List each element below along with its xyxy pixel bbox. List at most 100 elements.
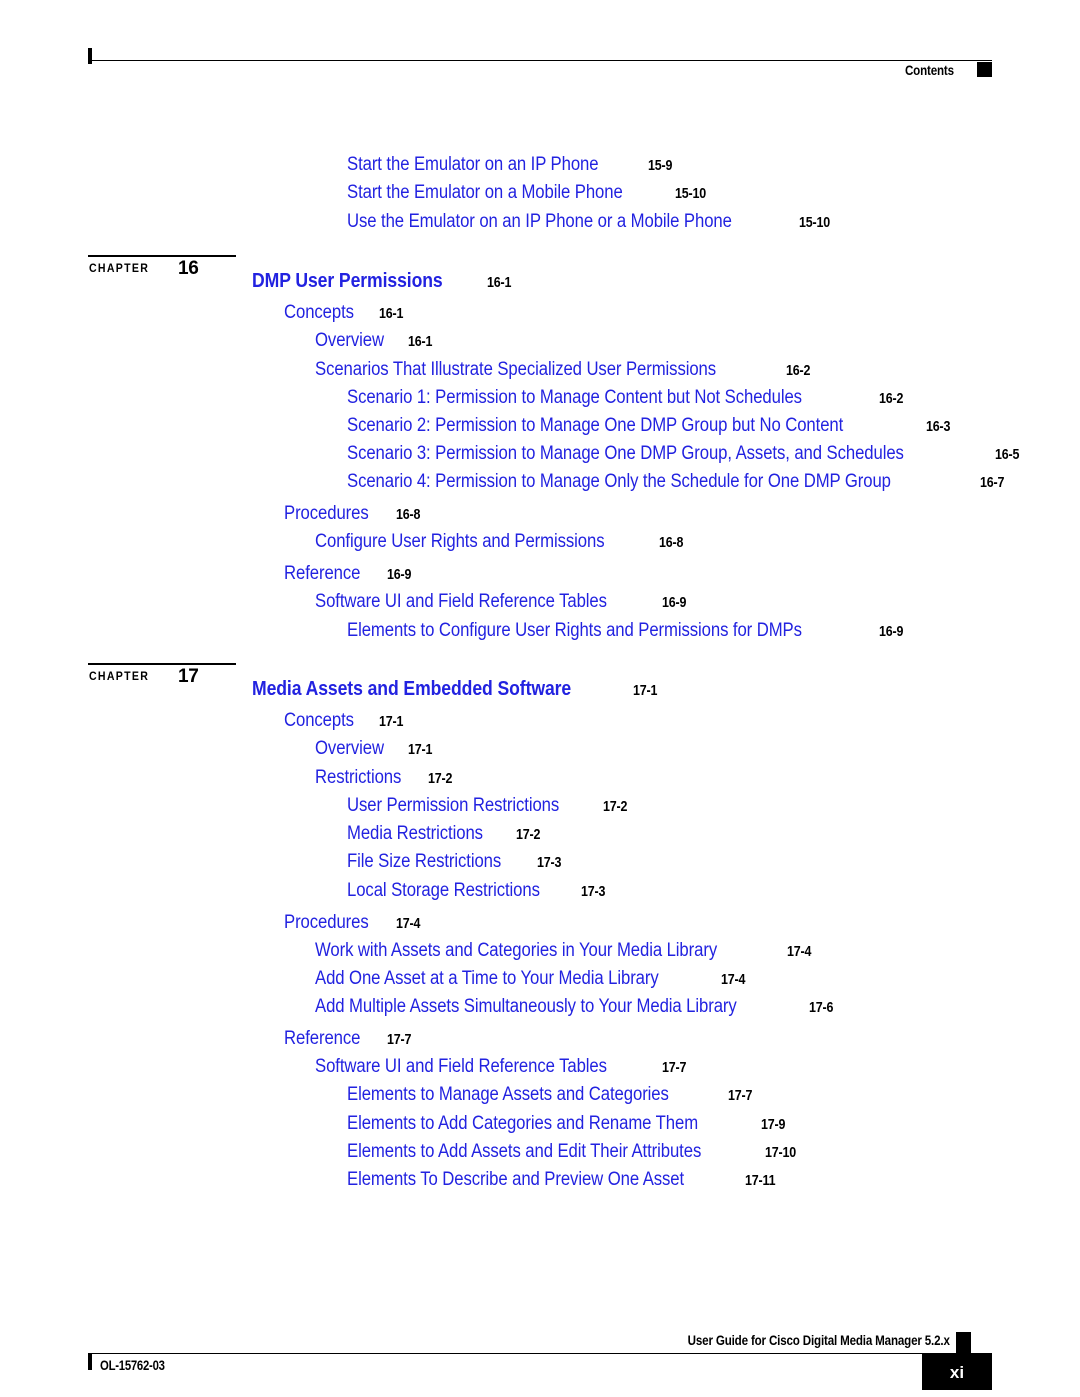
toc-entry-title[interactable]: Software UI and Field Reference Tables — [315, 1057, 607, 1076]
toc-entry-title[interactable]: Overview — [315, 331, 384, 350]
toc-entry-page-number[interactable]: 17-7 — [387, 1033, 411, 1048]
toc-entry[interactable]: Procedures 16-8 — [284, 504, 424, 523]
toc-entry[interactable]: Add One Asset at a Time to Your Media Li… — [315, 969, 749, 988]
toc-entry-title[interactable]: Elements to Add Categories and Rename Th… — [347, 1114, 698, 1133]
toc-entry-page-number[interactable]: 16-9 — [387, 568, 411, 583]
toc-entry-title[interactable]: Scenario 2: Permission to Manage One DMP… — [347, 416, 843, 435]
toc-entry-page-number[interactable]: 16-1 — [487, 276, 511, 291]
toc-entry[interactable]: DMP User Permissions 16-1 — [252, 271, 515, 291]
toc-entry[interactable]: Local Storage Restrictions 17-3 — [347, 881, 609, 900]
toc-entry[interactable]: Software UI and Field Reference Tables 17… — [315, 1057, 690, 1076]
toc-entry[interactable]: Scenarios That Illustrate Specialized Us… — [315, 360, 814, 379]
toc-entry-page-number[interactable]: 17-3 — [581, 885, 605, 900]
toc-entry-page-number[interactable]: 17-4 — [721, 973, 745, 988]
toc-entry-page-number[interactable]: 17-1 — [633, 684, 657, 699]
toc-entry[interactable]: Media Assets and Embedded Software 17-1 — [252, 679, 661, 699]
toc-entry-title[interactable]: Concepts — [284, 711, 354, 730]
toc-entry-page-number[interactable]: 16-5 — [995, 448, 1019, 463]
toc-entry-page-number[interactable]: 17-1 — [379, 715, 403, 730]
toc-entry-title[interactable]: Concepts — [284, 303, 354, 322]
toc-entry-title[interactable]: Use the Emulator on an IP Phone or a Mob… — [347, 212, 732, 231]
toc-entry-page-number[interactable]: 16-8 — [396, 508, 420, 523]
toc-entry-page-number[interactable]: 17-4 — [396, 917, 420, 932]
toc-entry[interactable]: Elements to Add Assets and Edit Their At… — [347, 1142, 801, 1161]
toc-entry-page-number[interactable]: 17-2 — [603, 800, 627, 815]
toc-entry-title[interactable]: Add One Asset at a Time to Your Media Li… — [315, 969, 659, 988]
toc-entry-title[interactable]: Scenario 3: Permission to Manage One DMP… — [347, 444, 904, 463]
toc-entry[interactable]: Elements to Add Categories and Rename Th… — [347, 1114, 789, 1133]
toc-entry-title[interactable]: Media Restrictions — [347, 824, 483, 843]
toc-entry-title[interactable]: DMP User Permissions — [252, 271, 443, 291]
toc-entry[interactable]: User Permission Restrictions 17-2 — [347, 796, 631, 815]
toc-entry[interactable]: Elements to Manage Assets and Categories… — [347, 1085, 756, 1104]
toc-entry-title[interactable]: Start the Emulator on a Mobile Phone — [347, 183, 623, 202]
toc-entry-page-number[interactable]: 17-1 — [408, 743, 432, 758]
toc-entry-title[interactable]: Scenario 4: Permission to Manage Only th… — [347, 472, 891, 491]
toc-entry-page-number[interactable]: 17-4 — [787, 945, 811, 960]
toc-entry-page-number[interactable]: 15-10 — [799, 216, 830, 231]
toc-entry-title[interactable]: Local Storage Restrictions — [347, 881, 540, 900]
toc-entry-title[interactable]: Overview — [315, 739, 384, 758]
toc-entry-page-number[interactable]: 17-3 — [537, 856, 561, 871]
toc-entry-title[interactable]: Work with Assets and Categories in Your … — [315, 941, 717, 960]
toc-entry-page-number[interactable]: 16-9 — [662, 596, 686, 611]
toc-entry[interactable]: Concepts 17-1 — [284, 711, 408, 730]
toc-entry-page-number[interactable]: 16-1 — [408, 335, 432, 350]
toc-entry[interactable]: File Size Restrictions 17-3 — [347, 852, 565, 871]
toc-entry-page-number[interactable]: 17-2 — [516, 828, 540, 843]
toc-entry-page-number[interactable]: 17-10 — [765, 1146, 796, 1161]
toc-entry-page-number[interactable]: 15-10 — [675, 187, 706, 202]
toc-entry[interactable]: Start the Emulator on an IP Phone 15-9 — [347, 155, 676, 174]
toc-entry-page-number[interactable]: 16-2 — [879, 392, 903, 407]
toc-entry-title[interactable]: Start the Emulator on an IP Phone — [347, 155, 599, 174]
toc-entry-title[interactable]: Software UI and Field Reference Tables — [315, 592, 607, 611]
toc-entry[interactable]: Procedures 17-4 — [284, 913, 424, 932]
toc-entry[interactable]: Overview 16-1 — [315, 331, 437, 350]
toc-entry-page-number[interactable]: 17-9 — [761, 1118, 785, 1133]
toc-entry-page-number[interactable]: 15-9 — [648, 159, 672, 174]
toc-entry-title[interactable]: Add Multiple Assets Simultaneously to Yo… — [315, 997, 737, 1016]
toc-entry-title[interactable]: Procedures — [284, 913, 369, 932]
toc-entry-title[interactable]: Procedures — [284, 504, 369, 523]
toc-entry-title[interactable]: Elements to Add Assets and Edit Their At… — [347, 1142, 701, 1161]
toc-entry-title[interactable]: Reference — [284, 1029, 360, 1048]
toc-entry[interactable]: Restrictions 17-2 — [315, 768, 456, 787]
toc-entry[interactable]: Use the Emulator on an IP Phone or a Mob… — [347, 212, 835, 231]
toc-entry-page-number[interactable]: 16-9 — [879, 625, 903, 640]
toc-entry[interactable]: Work with Assets and Categories in Your … — [315, 941, 815, 960]
toc-entry-title[interactable]: Configure User Rights and Permissions — [315, 532, 605, 551]
toc-entry-title[interactable]: Media Assets and Embedded Software — [252, 679, 571, 699]
toc-entry-page-number[interactable]: 17-7 — [662, 1061, 686, 1076]
toc-entry[interactable]: Overview 17-1 — [315, 739, 437, 758]
toc-entry-title[interactable]: Elements To Describe and Preview One Ass… — [347, 1170, 684, 1189]
toc-entry-page-number[interactable]: 17-6 — [809, 1001, 833, 1016]
toc-entry[interactable]: Scenario 4: Permission to Manage Only th… — [347, 472, 1008, 491]
toc-entry[interactable]: Elements To Describe and Preview One Ass… — [347, 1170, 780, 1189]
toc-entry[interactable]: Scenario 1: Permission to Manage Content… — [347, 388, 907, 407]
toc-entry[interactable]: Add Multiple Assets Simultaneously to Yo… — [315, 997, 837, 1016]
toc-entry-title[interactable]: Elements to Manage Assets and Categories — [347, 1085, 669, 1104]
toc-entry[interactable]: Scenario 2: Permission to Manage One DMP… — [347, 416, 954, 435]
toc-entry-title[interactable]: Scenario 1: Permission to Manage Content… — [347, 388, 802, 407]
toc-entry-page-number[interactable]: 16-8 — [659, 536, 683, 551]
toc-entry[interactable]: Reference 16-9 — [284, 564, 415, 583]
toc-entry-title[interactable]: Reference — [284, 564, 360, 583]
toc-entry-page-number[interactable]: 16-3 — [926, 420, 950, 435]
toc-entry-page-number[interactable]: 16-7 — [980, 476, 1004, 491]
toc-entry-title[interactable]: Restrictions — [315, 768, 401, 787]
toc-entry[interactable]: Software UI and Field Reference Tables 16… — [315, 592, 690, 611]
toc-entry[interactable]: Elements to Configure User Rights and Pe… — [347, 621, 907, 640]
toc-entry[interactable]: Media Restrictions 17-2 — [347, 824, 545, 843]
toc-entry-page-number[interactable]: 16-2 — [786, 364, 810, 379]
toc-entry-title[interactable]: Scenarios That Illustrate Specialized Us… — [315, 360, 716, 379]
toc-entry-title[interactable]: Elements to Configure User Rights and Pe… — [347, 621, 802, 640]
toc-entry[interactable]: Scenario 3: Permission to Manage One DMP… — [347, 444, 1023, 463]
toc-entry-page-number[interactable]: 17-2 — [428, 772, 452, 787]
toc-entry-title[interactable]: File Size Restrictions — [347, 852, 501, 871]
toc-entry-page-number[interactable]: 17-7 — [728, 1089, 752, 1104]
toc-entry[interactable]: Concepts 16-1 — [284, 303, 408, 322]
toc-entry-page-number[interactable]: 17-11 — [745, 1174, 776, 1189]
toc-entry[interactable]: Configure User Rights and Permissions 16-… — [315, 532, 687, 551]
toc-entry-page-number[interactable]: 16-1 — [379, 307, 403, 322]
toc-entry-title[interactable]: User Permission Restrictions — [347, 796, 559, 815]
